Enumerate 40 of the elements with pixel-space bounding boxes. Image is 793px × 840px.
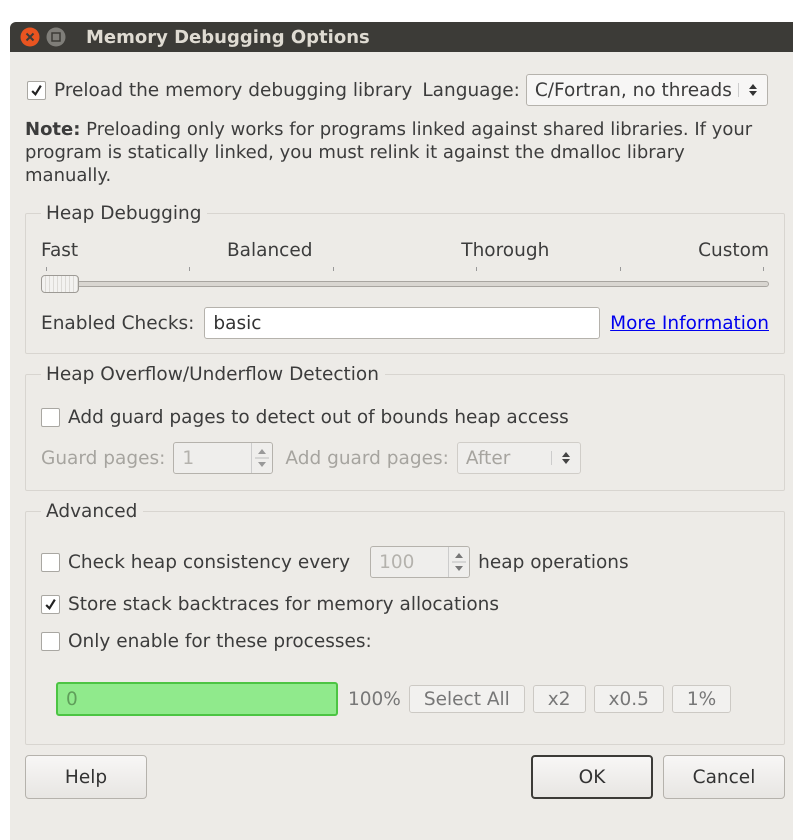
group-title: Heap Debugging [45,203,202,224]
language-dropdown[interactable]: C/Fortran, no threads [526,74,768,106]
checkbox[interactable] [41,595,60,614]
checkbox-label[interactable]: Preload the memory debugging library [54,80,412,100]
language-label: Language: [422,80,520,100]
slider-label: Fast [41,240,78,261]
scale-button[interactable]: 1% [672,685,732,713]
enabled-checks-field[interactable]: basic [204,307,600,339]
slider-label: Balanced [226,240,312,261]
process-field[interactable]: 0 [56,682,338,716]
scale-button[interactable]: x2 [532,685,586,713]
checkbox[interactable] [41,408,60,427]
slider-label: Custom [698,240,769,261]
slider[interactable] [41,275,769,293]
group-title: Heap Overflow/Underflow Detection [45,364,380,385]
checkbox-label[interactable]: Only enable for these processes: [68,631,372,652]
field-label: Enabled Checks: [41,312,194,334]
checkbox[interactable] [41,632,60,651]
checkmark-icon [30,84,43,96]
more-information-link[interactable]: More Information [610,312,769,334]
scale-button[interactable]: x0.5 [594,685,664,713]
window-title: Memory Debugging Options [86,26,370,48]
slider-thumb[interactable] [41,275,79,293]
close-icon[interactable] [20,27,40,47]
checkbox[interactable] [27,80,46,100]
checkbox-label[interactable]: Add guard pages to detect out of bounds heap access [68,407,569,428]
note-text: Note: Preloading only works for programs linked against shared libraries. If your program is statically linked, you must relink it against the dmalloc library manually. [25,118,754,187]
group-title: Advanced [45,501,138,522]
checkmark-icon [44,598,57,611]
dialog-button[interactable]: OK [531,755,653,799]
dialog-button[interactable]: Cancel [663,755,785,799]
percent-label: 100% [348,688,401,710]
field-label: Add guard pages: [285,448,449,468]
suffix-label: heap operations [478,552,629,572]
field-label: Guard pages: [41,448,166,468]
maximize-icon[interactable] [46,27,66,47]
slider-label: Thorough [461,240,550,261]
checkbox-label[interactable]: Store stack backtraces for memory allocations [68,594,500,615]
dialog-button[interactable]: Help [25,755,147,799]
scale-button[interactable]: Select All [408,685,525,713]
